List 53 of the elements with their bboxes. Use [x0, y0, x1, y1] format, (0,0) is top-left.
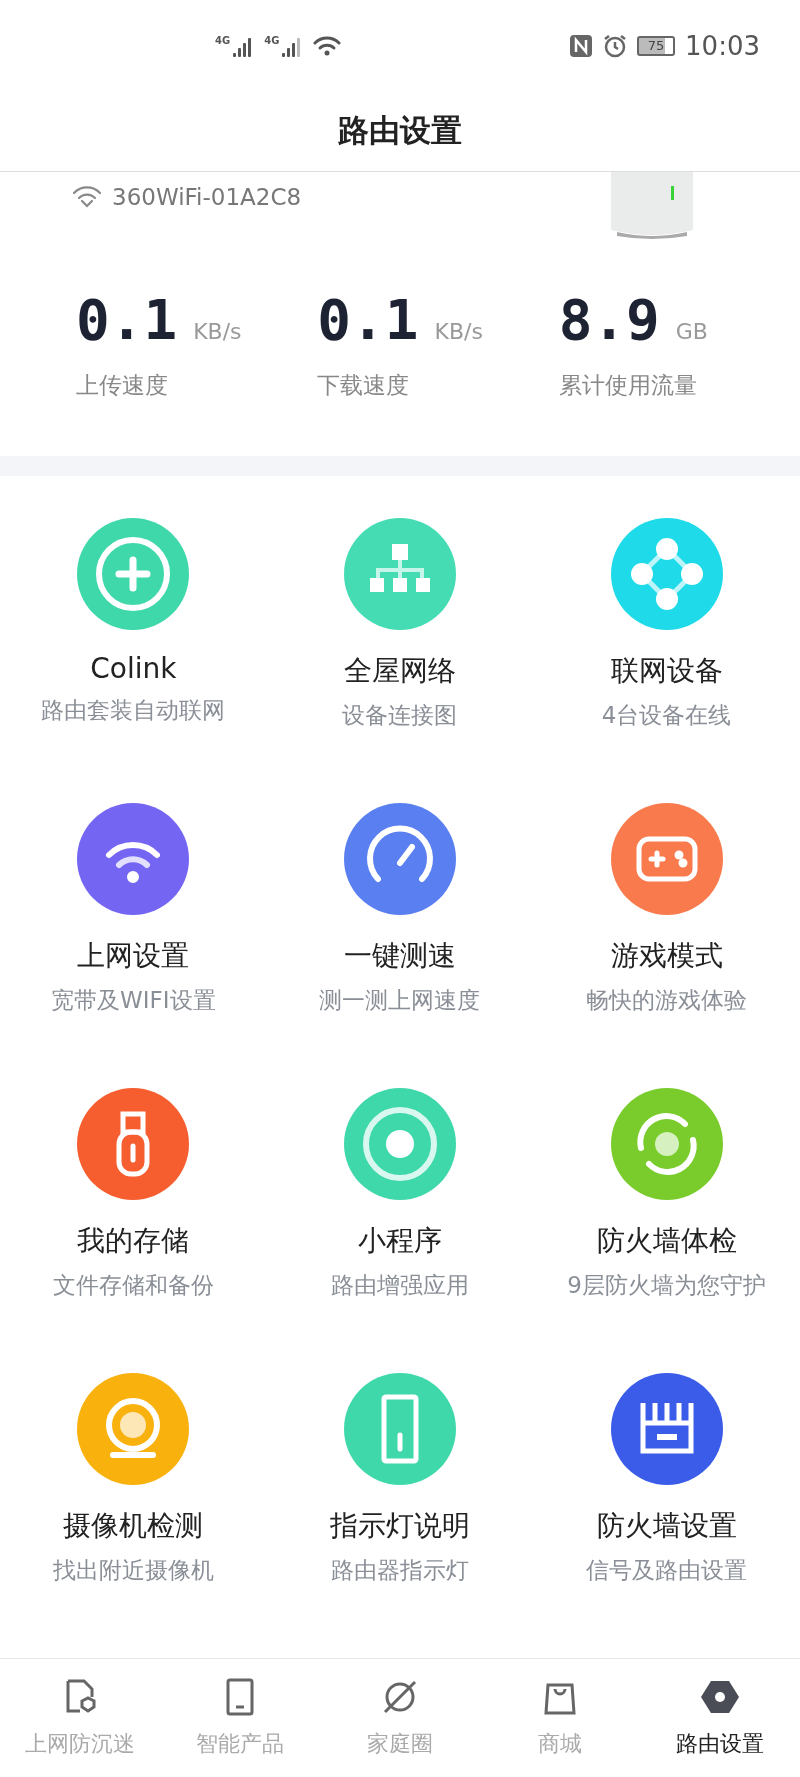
feature-title: Colink: [90, 652, 177, 686]
feature-title: 防火墙设置: [596, 1508, 737, 1545]
stat-value: 8.9: [558, 286, 660, 352]
stat-value: 0.1: [317, 286, 419, 352]
battery-icon: 75: [637, 35, 676, 56]
nav-tab[interactable]: 家庭圈: [320, 1675, 480, 1777]
feature-title: 防火墙体检: [596, 1223, 737, 1260]
feature-subtitle: 信号及路由设置: [586, 1556, 748, 1586]
feature-subtitle: 路由增强应用: [331, 1271, 469, 1301]
stat-value: 0.1: [76, 286, 178, 352]
feature-title: 小程序: [358, 1223, 442, 1260]
feature-subtitle: 宽带及WIFI设置: [51, 986, 216, 1016]
feature-title: 我的存储: [77, 1223, 190, 1260]
nav-tab[interactable]: 商城: [480, 1675, 640, 1777]
feature-title: 摄像机检测: [63, 1508, 204, 1545]
feature-title: 上网设置: [77, 938, 190, 975]
stat-label: 下载速度: [317, 370, 411, 400]
feature-subtitle: 设备连接图: [342, 701, 458, 731]
feature-subtitle: 路由套装自动联网: [41, 696, 226, 726]
stat-unit: KB/s: [193, 318, 242, 344]
feature-subtitle: 文件存储和备份: [52, 1271, 214, 1301]
feature-subtitle: 畅快的游戏体验: [586, 986, 748, 1016]
wifi-icon: [72, 185, 102, 210]
stat-unit: KB/s: [434, 318, 483, 344]
feature-title: 游戏模式: [610, 938, 723, 975]
feature-subtitle: 找出附近摄像机: [52, 1556, 214, 1586]
feature-icon[interactable]: [610, 803, 723, 916]
network-label: 4G: [264, 34, 280, 46]
nav-tab[interactable]: 上网防沉迷: [0, 1675, 160, 1777]
stat-label: 上传速度: [76, 370, 169, 400]
wifi-icon: [313, 34, 342, 57]
feature-title: 指示灯说明: [330, 1508, 470, 1545]
feature-icon[interactable]: [344, 803, 456, 916]
feature-icon[interactable]: [610, 1373, 723, 1486]
stat-unit: GB: [675, 318, 708, 344]
nav-tab[interactable]: 路由设置: [640, 1675, 800, 1777]
feature-subtitle: 9层防火墙为您守护: [567, 1271, 766, 1301]
feature-title: 联网设备: [610, 653, 723, 690]
clock-time: 10:03: [685, 30, 760, 61]
feature-subtitle: 4台设备在线: [601, 701, 732, 731]
feature-subtitle: 测一测上网速度: [319, 986, 481, 1016]
network-label: 4G: [215, 34, 231, 46]
alarm-icon: [603, 33, 628, 58]
nav-tab[interactable]: 智能产品: [160, 1675, 320, 1777]
wifi-name: 360WiFi-01A2C8: [112, 184, 302, 211]
stat-label: 累计使用流量: [558, 370, 698, 400]
feature-icon[interactable]: [77, 803, 190, 916]
page-title: 路由设置: [338, 111, 462, 151]
feature-title: 全屋网络: [344, 653, 456, 690]
feature-title: 一键测速: [344, 938, 456, 975]
feature-subtitle: 路由器指示灯: [331, 1556, 469, 1586]
nfc-icon: [569, 33, 594, 58]
feature-icon[interactable]: [77, 1088, 190, 1201]
